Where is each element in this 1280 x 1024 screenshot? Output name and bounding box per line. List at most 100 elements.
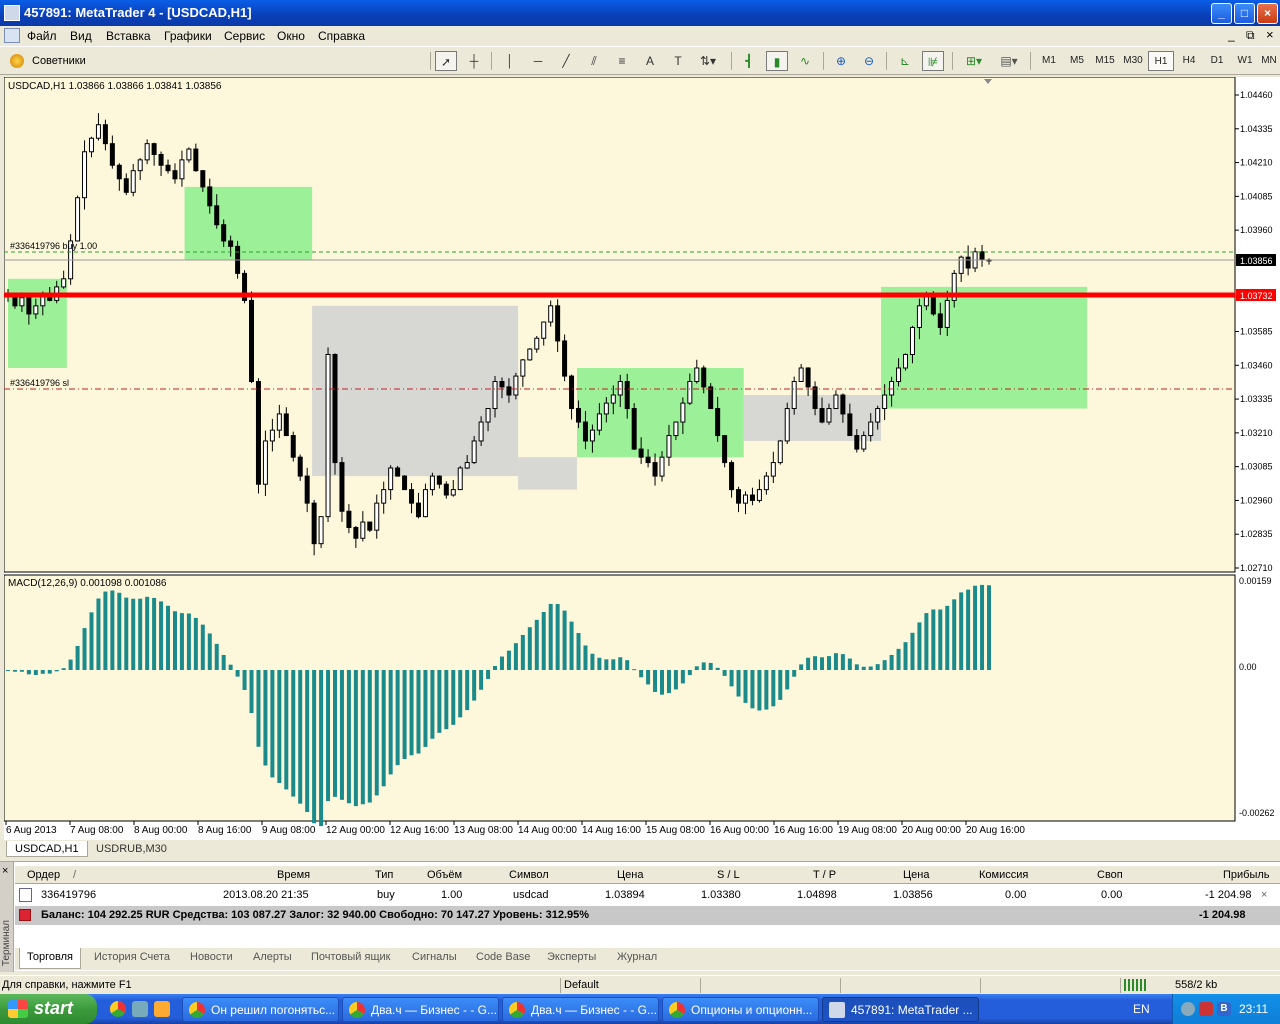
start-button[interactable]: start bbox=[0, 994, 97, 1024]
fibonacci-icon[interactable]: ≡ bbox=[611, 51, 633, 71]
child-minimize-button[interactable]: _ bbox=[1228, 28, 1235, 42]
menu-charts[interactable]: Графики bbox=[164, 29, 212, 43]
macd-bar bbox=[736, 670, 741, 697]
terminal-sidebar[interactable]: × Терминал bbox=[0, 862, 14, 972]
timeframe-h4[interactable]: H4 bbox=[1176, 51, 1202, 71]
price-chart[interactable]: USDCAD,H1 1.03866 1.03866 1.03841 1.0385… bbox=[4, 77, 1280, 840]
candle-body bbox=[930, 294, 936, 315]
language-indicator[interactable]: EN bbox=[1133, 1002, 1150, 1016]
close-button[interactable]: × bbox=[1257, 3, 1278, 24]
timeframe-mn[interactable]: MN bbox=[1258, 51, 1280, 71]
text-label-icon[interactable]: T bbox=[667, 51, 689, 71]
col-swap[interactable]: Своп bbox=[1097, 869, 1123, 881]
chart-tab-usdrub[interactable]: USDRUB,M30 bbox=[88, 841, 175, 857]
chrome-quicklaunch-icon[interactable] bbox=[110, 1001, 126, 1017]
taskbar-item-metatrader[interactable]: 457891: MetaTrader ... bbox=[822, 997, 979, 1022]
app-quicklaunch-icon[interactable] bbox=[154, 1001, 170, 1017]
timeframe-m5[interactable]: M5 bbox=[1064, 51, 1090, 71]
cursor-icon[interactable]: ➚ bbox=[435, 51, 457, 71]
macd-bar bbox=[646, 670, 651, 685]
col-volume[interactable]: Объём bbox=[427, 869, 462, 881]
child-window-icon[interactable] bbox=[4, 28, 20, 43]
tray-icon-2[interactable] bbox=[1199, 1002, 1213, 1016]
chart-shift-icon[interactable]: ⊯ bbox=[922, 51, 944, 71]
macd-bar bbox=[820, 657, 825, 670]
macd-header: MACD(12,26,9) 0.001098 0.001086 bbox=[8, 578, 167, 589]
vk-tray-icon[interactable]: B bbox=[1217, 1002, 1231, 1016]
zoom-in-icon[interactable]: ⊕ bbox=[830, 51, 852, 71]
tray-icon-1[interactable] bbox=[1181, 1002, 1195, 1016]
vertical-line-icon[interactable]: │ bbox=[499, 51, 521, 71]
menu-view[interactable]: Вид bbox=[70, 29, 92, 43]
indicators-icon[interactable]: ⊞▾ bbox=[959, 51, 989, 71]
tab-trade[interactable]: Торговля bbox=[19, 948, 81, 969]
menu-tools[interactable]: Сервис bbox=[224, 29, 265, 43]
child-close-button[interactable]: × bbox=[1266, 27, 1274, 42]
minimize-button[interactable]: _ bbox=[1211, 3, 1232, 24]
horizontal-line-icon[interactable]: ─ bbox=[527, 51, 549, 71]
col-time[interactable]: Время bbox=[277, 869, 310, 881]
macd-bar bbox=[896, 648, 901, 670]
tab-code-base[interactable]: Code Base bbox=[476, 951, 530, 963]
chart-window[interactable]: USDCAD,H1 1.03866 1.03866 1.03841 1.0385… bbox=[4, 77, 1280, 840]
periods-icon[interactable]: ▤▾ bbox=[994, 51, 1024, 71]
timeframe-m15[interactable]: M15 bbox=[1092, 51, 1118, 71]
table-row[interactable]: 336419796 2013.08.20 21:35 buy 1.00 usdc… bbox=[15, 886, 1280, 905]
tab-mailbox[interactable]: Почтовый ящик bbox=[311, 951, 390, 963]
tab-alerts[interactable]: Алерты bbox=[253, 951, 292, 963]
close-order-icon[interactable]: × bbox=[1261, 889, 1267, 901]
autoscroll-icon[interactable]: ⊾ bbox=[894, 51, 916, 71]
crosshair-icon[interactable]: ┼ bbox=[463, 51, 485, 71]
arrows-icon[interactable]: ⇅▾ bbox=[697, 51, 719, 71]
timeframe-w1[interactable]: W1 bbox=[1232, 51, 1258, 71]
chart-tab-usdcad[interactable]: USDCAD,H1 bbox=[6, 841, 88, 857]
candlestick-icon[interactable]: ▮ bbox=[766, 51, 788, 71]
timeframe-d1[interactable]: D1 bbox=[1204, 51, 1230, 71]
col-type[interactable]: Тип bbox=[375, 869, 393, 881]
macd-bar bbox=[249, 670, 254, 714]
col-order[interactable]: Ордер bbox=[27, 869, 60, 881]
status-profile[interactable]: Default bbox=[564, 979, 599, 991]
child-restore-button[interactable]: ⧉ bbox=[1246, 28, 1255, 43]
trendline-icon[interactable]: ╱ bbox=[555, 51, 577, 71]
tab-journal[interactable]: Журнал bbox=[617, 951, 657, 963]
menu-file[interactable]: Файл bbox=[27, 29, 57, 43]
col-sl[interactable]: S / L bbox=[717, 869, 740, 881]
candle-body bbox=[492, 381, 498, 410]
col-symbol[interactable]: Символ bbox=[509, 869, 549, 881]
tab-experts[interactable]: Эксперты bbox=[547, 951, 596, 963]
bar-chart-icon[interactable]: ┫ bbox=[738, 51, 760, 71]
taskbar-item-1[interactable]: Он решил погонятьс... bbox=[182, 997, 339, 1022]
macd-bar bbox=[611, 659, 616, 670]
col-tp[interactable]: T / P bbox=[813, 869, 836, 881]
line-chart-icon[interactable]: ∿ bbox=[794, 51, 816, 71]
timeframe-m30[interactable]: M30 bbox=[1120, 51, 1146, 71]
macd-bar bbox=[945, 605, 950, 670]
col-profit[interactable]: Прибыль bbox=[1223, 869, 1270, 881]
order-label: #336419796 buy 1.00 bbox=[10, 241, 97, 251]
maximize-button[interactable]: □ bbox=[1234, 3, 1255, 24]
menu-window[interactable]: Окно bbox=[277, 29, 305, 43]
taskbar-item-2[interactable]: Два.ч — Бизнес - - G... bbox=[342, 997, 499, 1022]
text-icon[interactable]: A bbox=[639, 51, 661, 71]
tab-account-history[interactable]: История Счета bbox=[94, 951, 170, 963]
timeframe-m1[interactable]: M1 bbox=[1036, 51, 1062, 71]
col-price[interactable]: Цена bbox=[903, 869, 929, 881]
zoom-out-icon[interactable]: ⊖ bbox=[858, 51, 880, 71]
candle-body bbox=[882, 394, 888, 410]
expert-advisors-button[interactable]: Советники bbox=[6, 50, 94, 72]
tab-news[interactable]: Новости bbox=[190, 951, 233, 963]
col-commission[interactable]: Комиссия bbox=[979, 869, 1028, 881]
tab-signals[interactable]: Сигналы bbox=[412, 951, 457, 963]
equidistant-channel-icon[interactable]: ⫽ bbox=[583, 51, 605, 71]
candle-body bbox=[478, 421, 484, 442]
macd-bar bbox=[854, 664, 859, 670]
terminal-close-icon[interactable]: × bbox=[2, 865, 8, 877]
taskbar-item-3[interactable]: Два.ч — Бизнес - - G... bbox=[502, 997, 659, 1022]
taskbar-item-4[interactable]: Опционы и опционн... bbox=[662, 997, 819, 1022]
ie-quicklaunch-icon[interactable] bbox=[132, 1001, 148, 1017]
col-open-price[interactable]: Цена bbox=[617, 869, 643, 881]
menu-insert[interactable]: Вставка bbox=[106, 29, 151, 43]
timeframe-h1[interactable]: H1 bbox=[1148, 51, 1174, 71]
menu-help[interactable]: Справка bbox=[318, 29, 365, 43]
